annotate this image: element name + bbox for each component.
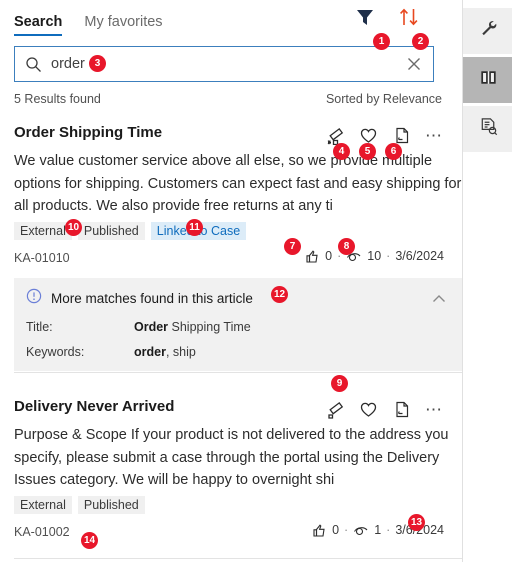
article-result[interactable]: Delivery Never Arrived ⋯ Purpose & Scope… — [14, 398, 462, 541]
match-label: Keywords: — [26, 345, 85, 359]
copy-document-icon[interactable] — [392, 400, 411, 419]
document-search-icon — [478, 116, 499, 142]
annotation-badge-1: 1 — [373, 33, 390, 50]
results-summary: 5 Results found Sorted by Relevance — [14, 92, 442, 106]
book-icon — [478, 67, 499, 93]
annotation-badge-6: 6 — [385, 143, 402, 160]
match-rest: , ship — [165, 345, 196, 359]
rail-item-knowledge-base[interactable] — [463, 57, 512, 103]
close-icon[interactable] — [403, 53, 425, 75]
more-matches-title: More matches found in this article — [51, 291, 253, 306]
like-count: 0 — [325, 249, 333, 263]
sort-order-label: Sorted by Relevance — [325, 92, 442, 106]
article-snippet: We value customer service above all else… — [14, 153, 462, 214]
article-snippet: Purpose & Scope If your product is not d… — [14, 427, 449, 488]
view-count: 1 — [374, 523, 382, 537]
main-content: Search My favorites order 5 Results foun… — [0, 0, 462, 562]
article-actions: ⋯ — [326, 126, 444, 146]
article-footer: KA-01010 0 · 10 · 3/6/2024 — [14, 249, 462, 267]
right-rail — [462, 0, 512, 562]
annotation-badge-14: 14 — [81, 532, 98, 549]
match-value: Order Shipping Time — [134, 320, 251, 334]
article-id: KA-01002 — [14, 524, 70, 539]
tag-external: External — [14, 221, 72, 240]
info-circle-icon — [26, 288, 42, 309]
tab-search[interactable]: Search — [14, 14, 63, 36]
thumbs-up-icon — [312, 523, 327, 538]
match-value: order, ship — [134, 345, 196, 359]
annotation-badge-11: 11 — [186, 219, 203, 236]
annotation-badge-5: 5 — [359, 143, 376, 160]
article-actions: ⋯ — [326, 400, 444, 419]
tag-published: Published — [77, 495, 145, 514]
annotation-badge-13: 13 — [408, 514, 425, 531]
tab-my-favorites[interactable]: My favorites — [84, 14, 162, 36]
filter-icon[interactable] — [354, 6, 376, 28]
stat-separator: · — [344, 523, 349, 537]
like-count: 0 — [332, 523, 340, 537]
article-date: 3/6/2024 — [395, 249, 444, 263]
stat-separator: · — [386, 523, 391, 537]
annotation-badge-9: 9 — [331, 375, 348, 392]
article-stats: 0 · 10 · 3/6/2024 — [305, 249, 444, 264]
more-options-icon[interactable]: ⋯ — [425, 127, 444, 144]
link-to-case-icon[interactable] — [326, 400, 345, 419]
tag-external: External — [14, 495, 72, 514]
divider — [14, 372, 462, 373]
match-highlight: Order — [134, 320, 169, 334]
annotation-badge-8: 8 — [338, 238, 355, 255]
annotation-badge-7: 7 — [284, 238, 301, 255]
tag-published: Published — [77, 221, 145, 240]
annotation-badge-3: 3 — [89, 55, 106, 72]
search-box[interactable]: order — [14, 46, 434, 82]
match-row: Title: Order Shipping Time — [26, 320, 450, 334]
article-tags: External Published — [14, 495, 462, 514]
rail-item-document-search[interactable] — [463, 106, 512, 152]
sort-ascending-descending-icon[interactable] — [398, 6, 420, 28]
search-area: order — [14, 46, 434, 82]
annotation-badge-4: 4 — [333, 143, 350, 160]
favorite-heart-icon[interactable] — [359, 400, 378, 419]
more-matches-panel[interactable]: More matches found in this article Title… — [14, 278, 462, 371]
view-count: 10 — [367, 249, 382, 263]
views-eye-icon — [353, 523, 369, 538]
more-options-icon[interactable]: ⋯ — [425, 401, 444, 418]
match-label: Title: — [26, 320, 53, 334]
knowledge-search-panel: Search My favorites order 5 Results foun… — [0, 0, 512, 562]
annotation-badge-10: 10 — [65, 219, 82, 236]
stat-separator: · — [386, 249, 391, 263]
match-rest: Shipping Time — [168, 320, 251, 334]
rail-item-tools[interactable] — [463, 8, 512, 54]
match-highlight: order — [134, 345, 166, 359]
results-count: 5 Results found — [14, 92, 101, 106]
search-icon — [25, 56, 42, 73]
header-actions — [354, 6, 420, 28]
wrench-icon — [478, 18, 499, 44]
chevron-up-icon[interactable] — [430, 290, 448, 313]
divider — [14, 558, 462, 559]
annotation-badge-2: 2 — [412, 33, 429, 50]
more-matches-header[interactable]: More matches found in this article — [26, 288, 450, 309]
thumbs-up-icon — [305, 249, 320, 264]
article-id: KA-01010 — [14, 250, 70, 265]
match-row: Keywords: order, ship — [26, 345, 450, 359]
annotation-badge-12: 12 — [271, 286, 288, 303]
